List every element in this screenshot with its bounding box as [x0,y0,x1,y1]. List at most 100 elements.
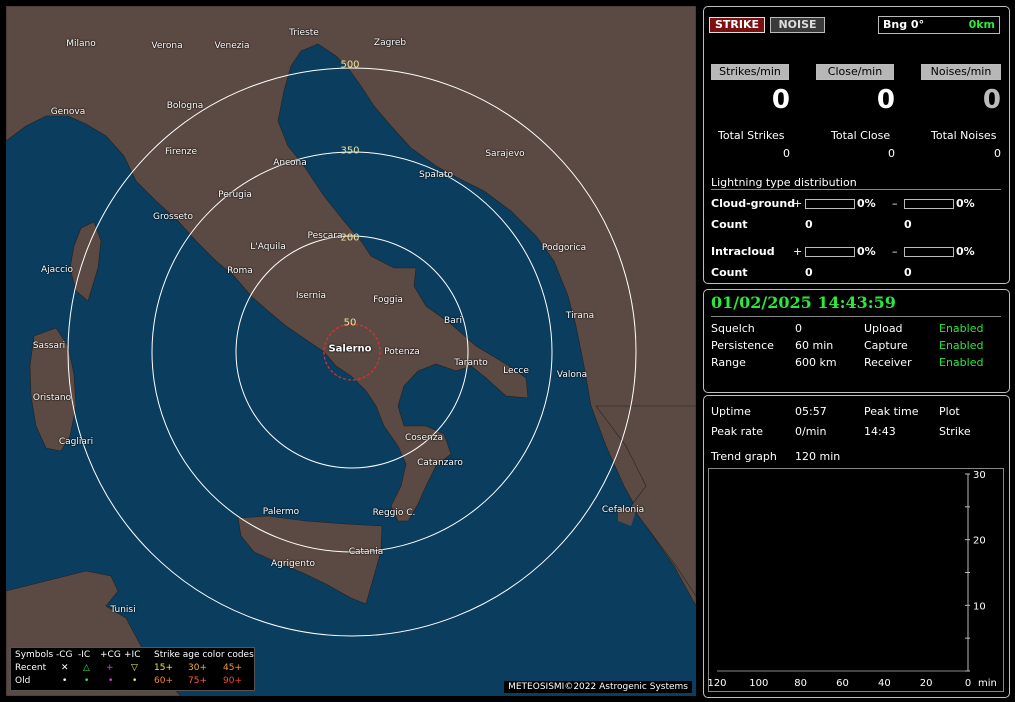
city-label: Podgorica [541,243,587,253]
ring-label-50: 50 [343,317,357,329]
city-label: Verona [151,41,183,51]
center-city-label: Salerno [328,343,372,355]
age-code: 15+ [154,663,173,673]
legend-age-title: Strike age color codes [154,650,254,660]
intracloud-minus-bar [904,247,954,257]
legend-recent-label: Recent [15,663,47,673]
legend-symbol: • [108,676,114,686]
bearing-value: Bng 0° [883,18,925,31]
upload-status: Enabled [939,322,984,335]
strike-button[interactable]: STRIKE [709,17,765,33]
minus-sign: – [892,245,898,258]
ring-label-200: 200 [340,232,360,244]
strikes-per-min-label[interactable]: Strikes/min [711,64,789,80]
city-label: L'Aquila [250,242,286,252]
lightning-map[interactable]: 50 200 350 500 Salerno Milano Verona Ven… [6,6,696,696]
city-label: Catanzaro [417,458,463,468]
city-label: Pescara [307,231,343,241]
datetime-display: 01/02/2025 14:43:59 [711,293,896,312]
x-tick-label: 80 [794,678,807,689]
city-label: Sarajevo [485,149,525,159]
legend-symbol: • [84,676,90,686]
city-label: Spalato [419,170,453,180]
status-panel: 01/02/2025 14:43:59 Squelch 0 Upload Ena… [703,289,1010,393]
x-unit-label: min [978,678,997,689]
intracloud-minus-count: 0 [904,266,912,279]
noise-button[interactable]: NOISE [770,17,825,33]
city-label: Valona [556,370,588,380]
capture-label: Capture [864,339,908,352]
receiver-status: Enabled [939,356,984,369]
x-tick-label: 20 [920,678,933,689]
cloud-ground-plus-pct: 0% [857,197,876,210]
city-label: Zagreb [373,38,407,48]
city-label: Foggia [373,295,403,305]
divider [711,316,1001,317]
total-noises-value: 0 [994,147,1001,160]
plus-sign: + [793,245,803,258]
city-label: Genova [50,107,86,117]
ring-label-350: 350 [340,145,360,157]
range-value: 600 km [795,356,837,369]
copyright-notice: METEOSISMI©2022 Astrogenic Systems [504,681,692,693]
legend-col: +IC [124,650,141,660]
city-label: Cefalonia [601,505,645,515]
legend-col: +CG [100,650,121,660]
y-tick-label: 10 [973,601,986,612]
city-label: Tunisi [110,605,136,615]
minus-sign: – [892,197,898,210]
intracloud-plus-count: 0 [805,266,813,279]
noises-per-min-label[interactable]: Noises/min [921,64,1001,80]
city-label: Trieste [289,28,319,38]
city-label: Cosenza [405,433,443,443]
legend-col: -CG [56,650,73,660]
x-tick-label: 60 [836,678,849,689]
squelch-label: Squelch [711,322,755,335]
y-tick-label: 30 [973,470,986,481]
strike-counter-panel: STRIKE NOISE Bng 0° 0km Strikes/min Clos… [703,6,1010,284]
total-strikes-value: 0 [783,147,790,160]
total-noises-label: Total Noises [931,129,997,142]
legend-symbol: + [106,663,114,673]
city-label: Potenza [384,347,420,357]
close-per-min-label[interactable]: Close/min [816,64,894,80]
city-label: Sassari [32,341,66,351]
total-close-value: 0 [888,147,895,160]
age-code: 60+ [154,676,173,686]
x-tick-label: 100 [749,678,768,689]
age-code: 45+ [223,663,242,673]
city-label: Grosseto [153,212,193,222]
noises-per-min-value: 0 [982,85,1001,115]
intracloud-plus-bar [805,247,855,257]
close-per-min-value: 0 [876,85,895,115]
city-label: Taranto [454,358,488,368]
city-label: Lecce [503,366,529,376]
age-code: 90+ [223,676,242,686]
plus-sign: + [793,197,803,210]
x-tick-label: 120 [707,678,726,689]
distribution-title: Lightning type distribution [711,176,857,189]
city-label: Ajaccio [40,265,74,275]
city-label: Venezia [214,41,250,51]
city-label: Roma [227,266,253,276]
cloud-ground-count-label: Count [711,218,748,231]
city-label: Perugia [218,190,252,200]
x-tick-label: 40 [878,678,891,689]
city-label: Ancona [273,158,307,168]
city-label: Oristano [32,393,72,403]
map-legend: Symbols -CG -IC +CG +IC Strike age color… [10,647,255,691]
receiver-label: Receiver [864,356,912,369]
legend-old-label: Old [15,676,31,686]
trend-graph: 30 20 10 120 100 80 60 40 20 0 min [707,470,997,689]
city-label: Milano [66,39,96,49]
age-code: 75+ [188,676,207,686]
y-tick-label: 20 [973,536,986,547]
age-code: 30+ [188,663,207,673]
legend-symbol: ✕ [61,663,69,673]
city-label: Cagliari [58,437,94,447]
city-label: Palermo [262,507,300,517]
legend-symbol: △ [83,663,90,673]
city-label: Firenze [164,147,198,157]
cloud-ground-plus-count: 0 [805,218,813,231]
legend-symbol: • [62,676,68,686]
